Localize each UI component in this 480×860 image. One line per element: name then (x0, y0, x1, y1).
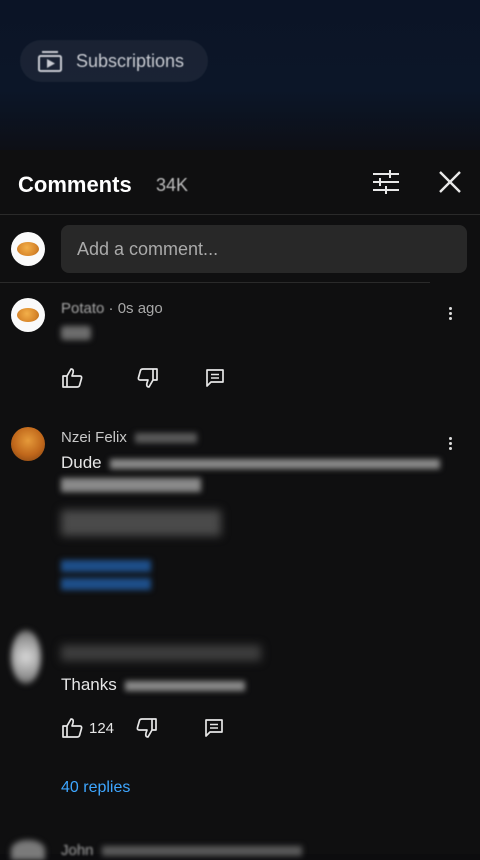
reply-button[interactable] (204, 718, 224, 738)
more-vert-icon (449, 437, 453, 450)
add-comment-placeholder: Add a comment... (77, 238, 219, 259)
comment-author[interactable]: Potato (61, 300, 104, 317)
comment-actions (61, 368, 225, 388)
like-button[interactable] (61, 368, 83, 388)
comment-author[interactable]: John (61, 842, 94, 859)
dislike-button[interactable] (136, 718, 158, 738)
comments-count: 34K (156, 175, 189, 195)
reply-button[interactable] (205, 368, 225, 388)
more-vert-icon (449, 307, 453, 320)
subscriptions-icon (38, 51, 62, 72)
close-button[interactable] (436, 168, 464, 201)
comment-meta: John (61, 842, 302, 859)
view-replies-link[interactable]: 40 replies (61, 779, 130, 797)
subscriptions-chip[interactable]: Subscriptions (20, 40, 208, 82)
comment-time: · 0s ago (108, 300, 163, 317)
like-button[interactable] (61, 718, 83, 738)
comment-meta: Nzei Felix (61, 429, 198, 446)
comment-avatar (11, 630, 41, 684)
comment-avatar (11, 840, 45, 860)
close-icon (439, 171, 461, 193)
comments-panel: Comments 34K Add a comment... Potato · 0… (0, 150, 480, 860)
like-count: 124 (89, 719, 115, 737)
comment-avatar (11, 298, 45, 332)
comment-author[interactable]: Nzei Felix (61, 429, 127, 446)
own-avatar (11, 232, 45, 266)
more-options-button[interactable] (449, 305, 453, 322)
comment-text: Thanks (61, 675, 261, 695)
dislike-button[interactable] (137, 368, 159, 388)
comment-text: Dude (61, 453, 441, 473)
view-replies-link[interactable] (61, 560, 151, 590)
more-options-button[interactable] (449, 435, 453, 452)
comment-meta: Potato · 0s ago (61, 300, 163, 317)
subscriptions-label: Subscriptions (76, 50, 185, 71)
filter-button[interactable] (370, 168, 402, 201)
sliders-icon (373, 170, 399, 194)
composer-divider (0, 282, 430, 283)
comments-title: Comments (18, 172, 132, 197)
comment-meta (61, 645, 261, 661)
comment-text (61, 326, 91, 340)
comment-avatar (11, 427, 45, 461)
comment-actions: 124 (61, 718, 224, 738)
add-comment-input[interactable]: Add a comment... (61, 225, 467, 273)
header-divider (0, 214, 480, 215)
